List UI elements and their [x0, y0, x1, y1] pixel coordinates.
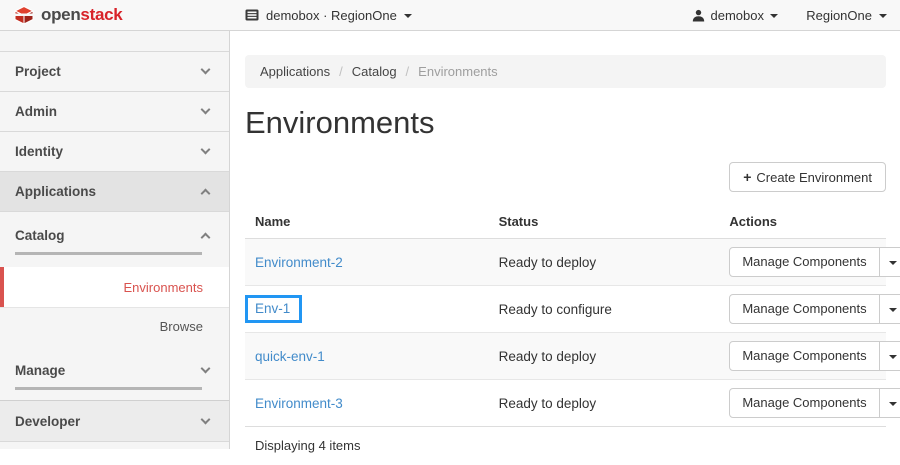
user-label: demobox	[711, 8, 764, 23]
caret-down-icon	[889, 308, 897, 312]
action-dropdown-toggle[interactable]	[879, 342, 900, 370]
caret-down-icon	[889, 402, 897, 406]
environment-link[interactable]: Env-1	[255, 301, 290, 316]
openstack-logo[interactable]: openstack	[13, 4, 122, 26]
environment-link[interactable]: Environment-2	[255, 255, 343, 270]
plus-icon: +	[743, 169, 751, 185]
sidebar-item-label: Admin	[15, 104, 57, 119]
project-region-switcher[interactable]: demobox · RegionOne	[245, 0, 412, 30]
status-text: Ready to deploy	[489, 380, 720, 427]
sidebar-item-applications[interactable]: Applications	[0, 172, 229, 212]
table-row: Env-1 Ready to configure Manage Componen…	[245, 286, 886, 333]
action-dropdown-toggle[interactable]	[879, 248, 900, 276]
column-header-name: Name	[245, 206, 489, 239]
environments-table: Name Status Actions Environment-2 Ready …	[245, 206, 886, 465]
main-content: Applications / Catalog / Environments En…	[231, 31, 900, 449]
sidebar-item-label: Identity	[15, 144, 63, 159]
sidebar-item-developer[interactable]: Developer	[0, 401, 229, 442]
page-title: Environments	[245, 105, 886, 141]
manage-components-button[interactable]: Manage Components	[730, 248, 878, 276]
section-underline	[15, 252, 202, 255]
sidebar-item-label: Applications	[15, 184, 96, 199]
domain-icon	[245, 9, 259, 21]
sidebar-item-label: Catalog	[15, 228, 65, 243]
user-icon	[692, 9, 705, 22]
sidebar-item-label: Environments	[124, 280, 203, 295]
status-text: Ready to configure	[489, 286, 720, 333]
column-header-actions: Actions	[719, 206, 886, 239]
chevron-down-icon	[201, 105, 211, 115]
sidebar-nav: Project Admin Identity Applications Cata…	[0, 31, 230, 449]
focus-highlight-box: Env-1	[245, 295, 302, 323]
sidebar-item-label: Project	[15, 64, 61, 79]
table-row: Environment-3 Ready to deploy Manage Com…	[245, 380, 886, 427]
manage-components-button[interactable]: Manage Components	[730, 389, 878, 417]
sidebar-item-browse[interactable]: Browse	[0, 307, 229, 345]
caret-down-icon	[889, 355, 897, 359]
table-row: quick-env-1 Ready to deploy Manage Compo…	[245, 333, 886, 380]
breadcrumb-link-catalog[interactable]: Catalog	[352, 64, 397, 79]
sidebar-top-stub	[0, 31, 229, 52]
environment-link[interactable]: Environment-3	[255, 396, 343, 411]
status-text: Ready to deploy	[489, 239, 720, 286]
caret-down-icon	[879, 14, 887, 18]
breadcrumb-separator: /	[339, 64, 343, 79]
action-dropdown-toggle[interactable]	[879, 295, 900, 323]
table-toolbar: + Create Environment	[245, 162, 886, 192]
sidebar-item-label: Manage	[15, 363, 65, 378]
create-environment-button[interactable]: + Create Environment	[729, 162, 886, 192]
sidebar-item-manage[interactable]: Manage	[0, 355, 229, 385]
logo-wordmark: openstack	[41, 4, 122, 26]
action-button-group: Manage Components	[729, 341, 900, 371]
manage-components-button[interactable]: Manage Components	[730, 342, 878, 370]
environment-link[interactable]: quick-env-1	[255, 349, 325, 364]
status-text: Ready to deploy	[489, 333, 720, 380]
sidebar-item-catalog[interactable]: Catalog	[0, 220, 229, 250]
sidebar-group-manage: Manage	[0, 345, 229, 401]
items-count: Displaying 4 items	[245, 427, 886, 465]
region-menu[interactable]: RegionOne	[806, 0, 887, 30]
action-dropdown-toggle[interactable]	[879, 389, 900, 417]
column-header-status: Status	[489, 206, 720, 239]
section-underline	[15, 387, 202, 390]
chevron-down-icon	[201, 145, 211, 155]
context-label: demobox · RegionOne	[266, 8, 397, 23]
top-navbar: openstack demobox · RegionOne demobox Re…	[0, 0, 900, 31]
sidebar-item-label: Developer	[15, 414, 80, 429]
user-menu[interactable]: demobox	[692, 0, 778, 30]
openstack-cube-icon	[13, 4, 35, 26]
breadcrumb-separator: /	[406, 64, 410, 79]
table-header-row: Name Status Actions	[245, 206, 886, 239]
chevron-down-icon	[201, 363, 211, 373]
table-row: Environment-2 Ready to deploy Manage Com…	[245, 239, 886, 286]
caret-down-icon	[770, 14, 778, 18]
chevron-up-icon	[201, 232, 211, 242]
breadcrumb-link-applications[interactable]: Applications	[260, 64, 330, 79]
breadcrumb-current: Environments	[418, 64, 497, 79]
sidebar-item-project[interactable]: Project	[0, 52, 229, 92]
sidebar-item-environments[interactable]: Environments	[0, 267, 229, 307]
action-button-group: Manage Components	[729, 294, 900, 324]
table-footer-row: Displaying 4 items	[245, 427, 886, 465]
action-button-group: Manage Components	[729, 388, 900, 418]
chevron-down-icon	[201, 65, 211, 75]
caret-down-icon	[889, 261, 897, 265]
chevron-up-icon	[201, 189, 211, 199]
action-button-group: Manage Components	[729, 247, 900, 277]
breadcrumb: Applications / Catalog / Environments	[245, 55, 886, 88]
caret-down-icon	[404, 14, 412, 18]
create-environment-label: Create Environment	[756, 170, 872, 185]
chevron-down-icon	[201, 414, 211, 424]
sidebar-item-label: Browse	[160, 319, 203, 334]
sidebar-item-admin[interactable]: Admin	[0, 92, 229, 132]
sidebar-item-identity[interactable]: Identity	[0, 132, 229, 172]
region-label: RegionOne	[806, 8, 872, 23]
manage-components-button[interactable]: Manage Components	[730, 295, 878, 323]
